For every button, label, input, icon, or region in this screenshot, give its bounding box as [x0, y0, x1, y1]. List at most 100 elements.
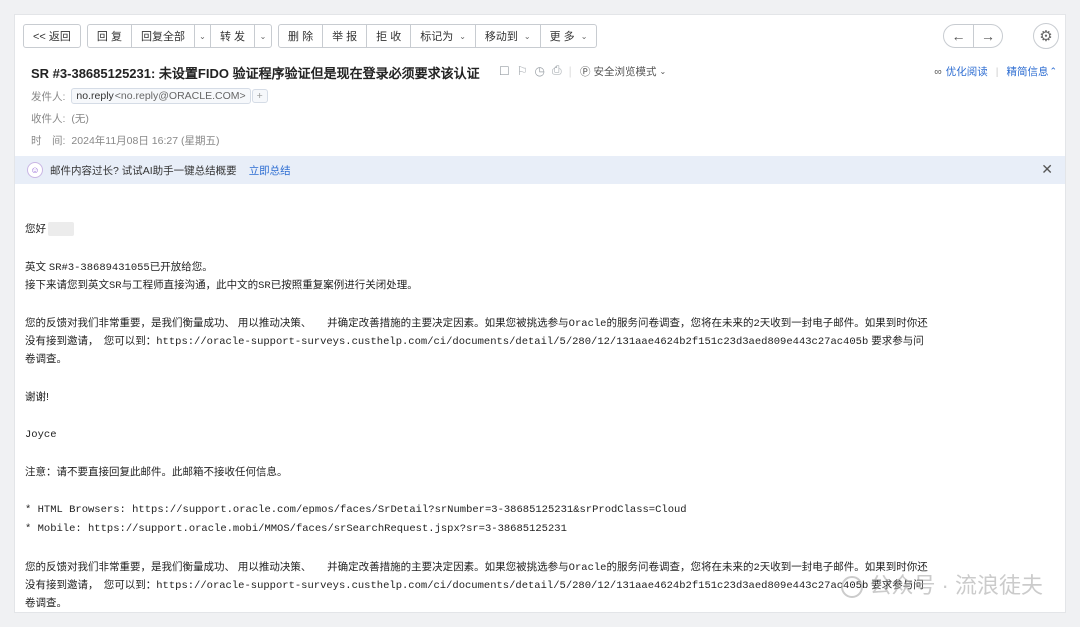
divider: |	[568, 63, 572, 78]
survey-link[interactable]: https://oracle-support-surveys.custhelp.…	[156, 580, 868, 592]
mark-as-button[interactable]: 标记为 ⌄	[411, 25, 476, 47]
optimize-read-link[interactable]: 优化阅读	[946, 64, 988, 79]
to-label: 收件人:	[31, 113, 66, 125]
sender-chip[interactable]: no.reply <no.reply@ORACLE.COM>	[71, 88, 251, 104]
reply-button[interactable]: 回 复	[88, 25, 132, 47]
safe-mode-toggle[interactable]: Ⓟ 安全浏览模式 ⌄	[580, 64, 666, 79]
feedback-line: 您的反馈对我们非常重要，是我们衡量成功、 用以推动决策、 并确定改善措施的主要决…	[25, 314, 928, 333]
body-text: 卷调查。	[25, 597, 67, 609]
bookmark-icon[interactable]: ☐	[499, 64, 510, 78]
body-text: 英文	[25, 261, 49, 273]
add-contact-icon[interactable]: +	[251, 89, 268, 103]
sender-name: no.reply	[76, 90, 114, 102]
feedback-line: 您的反馈对我们非常重要，是我们衡量成功、 用以推动决策、 并确定改善措施的主要决…	[25, 558, 928, 577]
more-button[interactable]: 更 多 ⌄	[541, 25, 597, 47]
mail-subject: SR #3-38685125231: 未设置FIDO 验证程序验证但是现在登录必…	[31, 66, 480, 81]
body-text: 没有接到邀请， 您可以到：	[25, 335, 157, 347]
chevron-down-icon: ⌄	[459, 31, 466, 41]
more-label: 更 多	[549, 31, 575, 43]
report-button[interactable]: 举 报	[323, 25, 368, 47]
mail-navigation: ← →	[943, 24, 1003, 48]
reply-all-button[interactable]: 回复全部	[132, 25, 195, 47]
view-options: ∞ 优化阅读 | 精简信息 ⌃	[934, 64, 1057, 79]
body-text: 您的反馈对我们非常重要，是我们衡量成功、 用以推动决策、 并确定改善措施的主要决…	[25, 561, 569, 573]
redacted-name	[48, 222, 74, 237]
time-row: 时 间: 2024年11月08日 16:27 (星期五)	[31, 133, 219, 148]
body-line: 英文 SR#3-38689431055已开放给您。	[25, 258, 213, 277]
from-label: 发件人:	[31, 90, 66, 103]
move-to-label: 移动到	[484, 31, 518, 43]
summarize-now-link[interactable]: 立即总结	[249, 163, 291, 178]
greeting-line: 您好	[25, 220, 74, 238]
feedback-line: 没有接到邀请， 您可以到：https://oracle-support-surv…	[25, 576, 924, 595]
subject-actions: ☐ ⚐ ◷ ⎙ |	[499, 63, 572, 78]
reject-button[interactable]: 拒 收	[367, 25, 412, 47]
signature: Joyce	[25, 429, 57, 441]
mail-toolbar: << 返回 回 复 回复全部 ⌄ 转 发 ⌄ 删 除 举 报 拒 收 标记为 ⌄ …	[23, 24, 603, 48]
sender-address: <no.reply@ORACLE.COM>	[114, 90, 246, 102]
action-group: 删 除 举 报 拒 收 标记为 ⌄ 移动到 ⌄ 更 多 ⌄	[278, 24, 598, 48]
ai-banner-text: 邮件内容过长? 试试AI助手一键总结概要	[50, 164, 237, 177]
clock-icon[interactable]: ◷	[535, 64, 545, 78]
sr-number: SR#3-38689431055	[48, 262, 150, 274]
thanks-line: 谢谢!	[25, 391, 49, 403]
print-icon[interactable]: ⎙	[552, 63, 562, 78]
body-text: Oracle	[568, 318, 607, 330]
to-value: (无)	[71, 113, 89, 125]
notice-line: 注意：请不要直接回复此邮件。此邮箱不接收任何信息。	[25, 466, 288, 478]
glasses-icon: ∞	[934, 65, 942, 78]
html-browser-link[interactable]: * HTML Browsers: https://support.oracle.…	[25, 501, 687, 519]
body-text: 您的反馈对我们非常重要，是我们衡量成功、 用以推动决策、 并确定改善措施的主要决…	[25, 317, 569, 329]
feedback-line: 卷调查。	[25, 350, 67, 368]
chevron-down-icon: ⌄	[523, 31, 531, 41]
delete-button[interactable]: 删 除	[279, 25, 324, 47]
detail-info-link[interactable]: 精简信息	[1006, 64, 1048, 79]
body-text: 天收到一封电子邮件。如果到时你还	[759, 317, 928, 329]
sender-row: 发件人: no.reply <no.reply@ORACLE.COM> +	[31, 88, 268, 104]
greeting: 您好	[25, 223, 46, 235]
body-text: 已按照重复案例进行关闭处理。	[270, 279, 418, 291]
shield-icon: Ⓟ	[580, 66, 591, 78]
body-text: 的服务问卷调查，您将在未来的	[606, 317, 754, 329]
back-group: << 返回	[23, 24, 81, 48]
move-to-button[interactable]: 移动到 ⌄	[476, 25, 541, 47]
body-text: 没有接到邀请， 您可以到：	[25, 579, 157, 591]
chevron-down-icon: ⌄	[580, 31, 588, 41]
survey-link[interactable]: https://oracle-support-surveys.custhelp.…	[156, 336, 868, 348]
forward-dropdown-icon[interactable]: ⌄	[255, 25, 271, 47]
mobile-link[interactable]: * Mobile: https://support.oracle.mobi/MM…	[25, 520, 567, 538]
body-line: 接下来请您到英文SR与工程师直接沟通，此中文的SR已按照重复案例进行关闭处理。	[25, 276, 418, 295]
chevron-down-icon: ⌄	[659, 67, 667, 76]
next-mail-icon[interactable]: →	[973, 25, 1002, 47]
recipient-row: 收件人: (无)	[31, 111, 89, 126]
previous-mail-icon[interactable]: ←	[944, 25, 973, 47]
safe-mode-label: 安全浏览模式	[593, 66, 657, 78]
mail-reader: << 返回 回 复 回复全部 ⌄ 转 发 ⌄ 删 除 举 报 拒 收 标记为 ⌄ …	[14, 14, 1066, 613]
divider: |	[995, 65, 999, 78]
body-text: Oracle	[568, 562, 607, 574]
watermark: 公众号 · 流浪徒夫	[841, 568, 1043, 600]
forward-button[interactable]: 转 发	[211, 25, 256, 47]
ai-summary-banner: ☺ 邮件内容过长? 试试AI助手一键总结概要 立即总结 ✕	[15, 156, 1065, 184]
time-value: 2024年11月08日 16:27 (星期五)	[71, 135, 220, 147]
body-text: SR	[109, 280, 122, 292]
flag-icon[interactable]: ⚐	[517, 64, 528, 78]
reply-all-dropdown-icon[interactable]: ⌄	[195, 25, 211, 47]
body-text: 与工程师直接沟通，此中文的	[121, 279, 259, 291]
time-label: 时 间:	[31, 135, 66, 147]
body-text: 接下来请您到英文	[25, 279, 109, 291]
back-button[interactable]: << 返回	[24, 25, 80, 47]
close-icon[interactable]: ✕	[1041, 161, 1053, 178]
feedback-line: 没有接到邀请， 您可以到：https://oracle-support-surv…	[25, 332, 924, 351]
body-text: 卷调查。	[25, 353, 67, 365]
watermark-text: 公众号 · 流浪徒夫	[869, 573, 1043, 598]
gear-icon[interactable]: ⚙	[1033, 23, 1059, 49]
mark-as-label: 标记为	[420, 31, 454, 43]
body-text: 的服务问卷调查，您将在未来的	[606, 561, 754, 573]
reply-group: 回 复 回复全部 ⌄ 转 发 ⌄	[86, 24, 273, 48]
ai-assistant-icon: ☺	[27, 162, 43, 178]
body-text: SR	[258, 280, 271, 292]
body-text: 已开放给您。	[149, 261, 213, 273]
chevron-up-icon[interactable]: ⌃	[1049, 66, 1057, 77]
wechat-icon	[841, 576, 864, 599]
